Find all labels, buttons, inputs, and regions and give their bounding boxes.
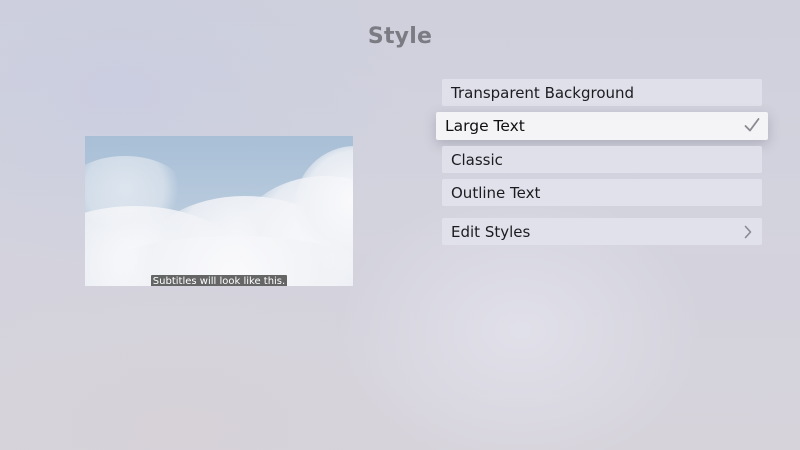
option-label: Classic xyxy=(451,150,503,169)
option-label: Large Text xyxy=(445,117,525,135)
checkmark-icon xyxy=(744,116,760,134)
chevron-right-icon xyxy=(744,225,752,239)
subtitle-preview: Subtitles will look like this. xyxy=(85,136,353,286)
subtitle-sample-text: Subtitles will look like this. xyxy=(150,275,288,286)
edit-styles-label: Edit Styles xyxy=(451,222,531,241)
option-transparent-background[interactable]: Transparent Background xyxy=(442,79,762,106)
page-title: Style xyxy=(367,24,433,49)
subtitle-sample: Subtitles will look like this. xyxy=(85,269,353,286)
option-outline-text[interactable]: Outline Text xyxy=(442,179,762,206)
option-label: Outline Text xyxy=(451,183,541,202)
option-label: Transparent Background xyxy=(451,83,635,102)
edit-styles-item[interactable]: Edit Styles xyxy=(442,218,762,245)
option-large-text[interactable]: Large Text xyxy=(436,112,768,140)
option-classic[interactable]: Classic xyxy=(442,146,762,173)
